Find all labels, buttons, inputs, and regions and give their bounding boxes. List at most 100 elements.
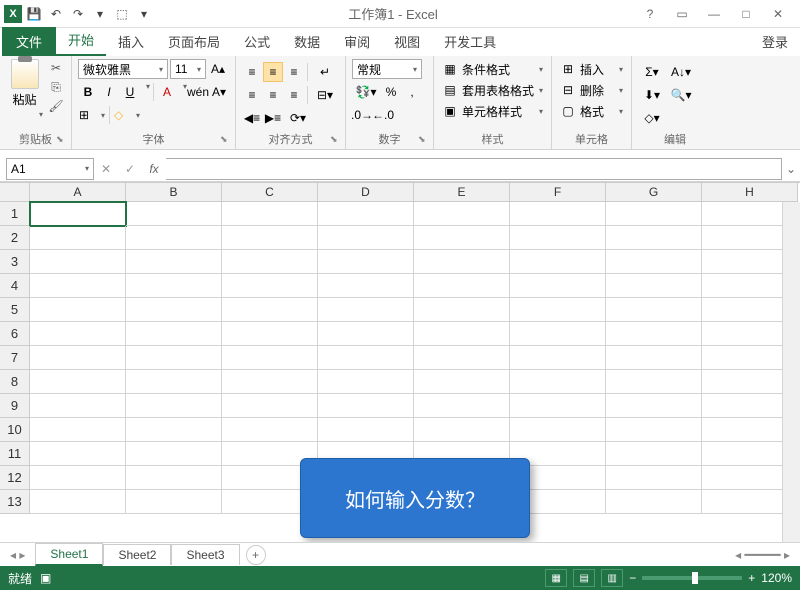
fx-icon[interactable]: fx: [142, 158, 166, 180]
formula-input[interactable]: [166, 158, 782, 180]
sheet-tab-1[interactable]: Sheet1: [35, 543, 103, 566]
expand-formula-icon[interactable]: ⌄: [782, 162, 800, 176]
cell[interactable]: [510, 346, 606, 370]
copy-icon[interactable]: ⎘: [47, 78, 65, 96]
cell[interactable]: [222, 322, 318, 346]
format-painter-icon[interactable]: 🖌: [47, 97, 65, 115]
qat-dropdown-icon[interactable]: ▾: [134, 4, 154, 24]
column-header[interactable]: D: [318, 183, 414, 202]
cell[interactable]: [222, 202, 318, 226]
cell[interactable]: [126, 346, 222, 370]
minimize-button[interactable]: —: [702, 7, 726, 21]
cell[interactable]: [606, 346, 702, 370]
number-format-select[interactable]: 常规▾: [352, 59, 422, 79]
tab-insert[interactable]: 插入: [106, 27, 156, 56]
cell[interactable]: [510, 394, 606, 418]
sheet-tab-3[interactable]: Sheet3: [171, 544, 239, 565]
row-header[interactable]: 5: [0, 298, 30, 322]
cancel-formula-icon[interactable]: ✕: [94, 158, 118, 180]
cell[interactable]: [414, 202, 510, 226]
ribbon-options-button[interactable]: ▭: [670, 7, 694, 21]
align-center-icon[interactable]: ≡: [263, 85, 283, 105]
conditional-format-button[interactable]: ▦条件格式▾: [440, 59, 545, 79]
zoom-in-button[interactable]: +: [748, 571, 755, 585]
decrease-font-icon[interactable]: A▾: [209, 82, 229, 102]
save-icon[interactable]: 💾: [24, 4, 44, 24]
select-all-button[interactable]: [0, 182, 30, 202]
help-button[interactable]: ?: [638, 7, 662, 21]
cell[interactable]: [126, 274, 222, 298]
cell[interactable]: [30, 370, 126, 394]
border-button[interactable]: ⊞▾: [78, 105, 106, 125]
font-color-button[interactable]: A: [157, 82, 177, 102]
row-header[interactable]: 4: [0, 274, 30, 298]
macro-record-icon[interactable]: ▣: [40, 571, 51, 585]
italic-button[interactable]: I: [99, 82, 119, 102]
cell[interactable]: [318, 250, 414, 274]
row-header[interactable]: 1: [0, 202, 30, 226]
cell[interactable]: [510, 298, 606, 322]
redo-icon[interactable]: ↷: [68, 4, 88, 24]
percent-button[interactable]: %: [381, 82, 401, 102]
wrap-text-button[interactable]: ↵: [311, 62, 339, 82]
cell-styles-button[interactable]: ▣单元格样式▾: [440, 101, 545, 121]
cell[interactable]: [606, 322, 702, 346]
merge-button[interactable]: ⊟▾: [311, 85, 339, 105]
cell[interactable]: [126, 226, 222, 250]
paste-button[interactable]: 粘贴 ▾: [6, 59, 43, 119]
insert-cells-button[interactable]: ⊞插入▾: [558, 59, 625, 79]
tab-data[interactable]: 数据: [282, 27, 332, 56]
row-header[interactable]: 2: [0, 226, 30, 250]
align-middle-icon[interactable]: ≡: [263, 62, 283, 82]
tab-home[interactable]: 开始: [56, 25, 106, 56]
decrease-indent-icon[interactable]: ◀≡: [242, 108, 262, 128]
find-button[interactable]: 🔍▾: [667, 85, 695, 105]
cell[interactable]: [318, 202, 414, 226]
maximize-button[interactable]: □: [734, 7, 758, 21]
cell[interactable]: [318, 394, 414, 418]
cell[interactable]: [126, 394, 222, 418]
row-header[interactable]: 6: [0, 322, 30, 346]
cell[interactable]: [606, 298, 702, 322]
decrease-decimal-icon[interactable]: ←.0: [373, 105, 393, 125]
fill-color-button[interactable]: ◇▾: [113, 105, 141, 125]
row-header[interactable]: 13: [0, 490, 30, 514]
cell[interactable]: [126, 442, 222, 466]
row-header[interactable]: 9: [0, 394, 30, 418]
clear-button[interactable]: ◇▾: [638, 108, 666, 128]
font-size-select[interactable]: 11▾: [170, 59, 206, 79]
format-cells-button[interactable]: ▢格式▾: [558, 101, 625, 121]
cell[interactable]: [606, 490, 702, 514]
cell[interactable]: [30, 322, 126, 346]
tab-layout[interactable]: 页面布局: [156, 27, 232, 56]
tab-review[interactable]: 审阅: [332, 27, 382, 56]
row-header[interactable]: 10: [0, 418, 30, 442]
cell[interactable]: [414, 250, 510, 274]
dialog-launcher-icon[interactable]: ⬊: [220, 134, 232, 146]
cell[interactable]: [126, 250, 222, 274]
cell[interactable]: [606, 274, 702, 298]
cell[interactable]: [222, 346, 318, 370]
column-header[interactable]: A: [30, 183, 126, 202]
increase-decimal-icon[interactable]: .0→: [352, 105, 372, 125]
cell[interactable]: [30, 298, 126, 322]
cell[interactable]: [606, 226, 702, 250]
align-left-icon[interactable]: ≡: [242, 85, 262, 105]
fill-button[interactable]: ⬇▾: [638, 85, 666, 105]
cell[interactable]: [222, 250, 318, 274]
chevron-down-icon[interactable]: ▾: [146, 82, 150, 102]
cell[interactable]: [30, 442, 126, 466]
cell[interactable]: [414, 394, 510, 418]
cell[interactable]: [510, 322, 606, 346]
align-right-icon[interactable]: ≡: [284, 85, 304, 105]
align-bottom-icon[interactable]: ≡: [284, 62, 304, 82]
increase-font-icon[interactable]: A▴: [208, 59, 228, 79]
cell[interactable]: [222, 274, 318, 298]
zoom-slider[interactable]: [642, 576, 742, 580]
cell[interactable]: [30, 394, 126, 418]
cell[interactable]: [606, 394, 702, 418]
font-name-select[interactable]: 微软雅黑▾: [78, 59, 168, 79]
sort-filter-button[interactable]: A↓▾: [667, 62, 695, 82]
row-header[interactable]: 12: [0, 466, 30, 490]
cell[interactable]: [318, 274, 414, 298]
